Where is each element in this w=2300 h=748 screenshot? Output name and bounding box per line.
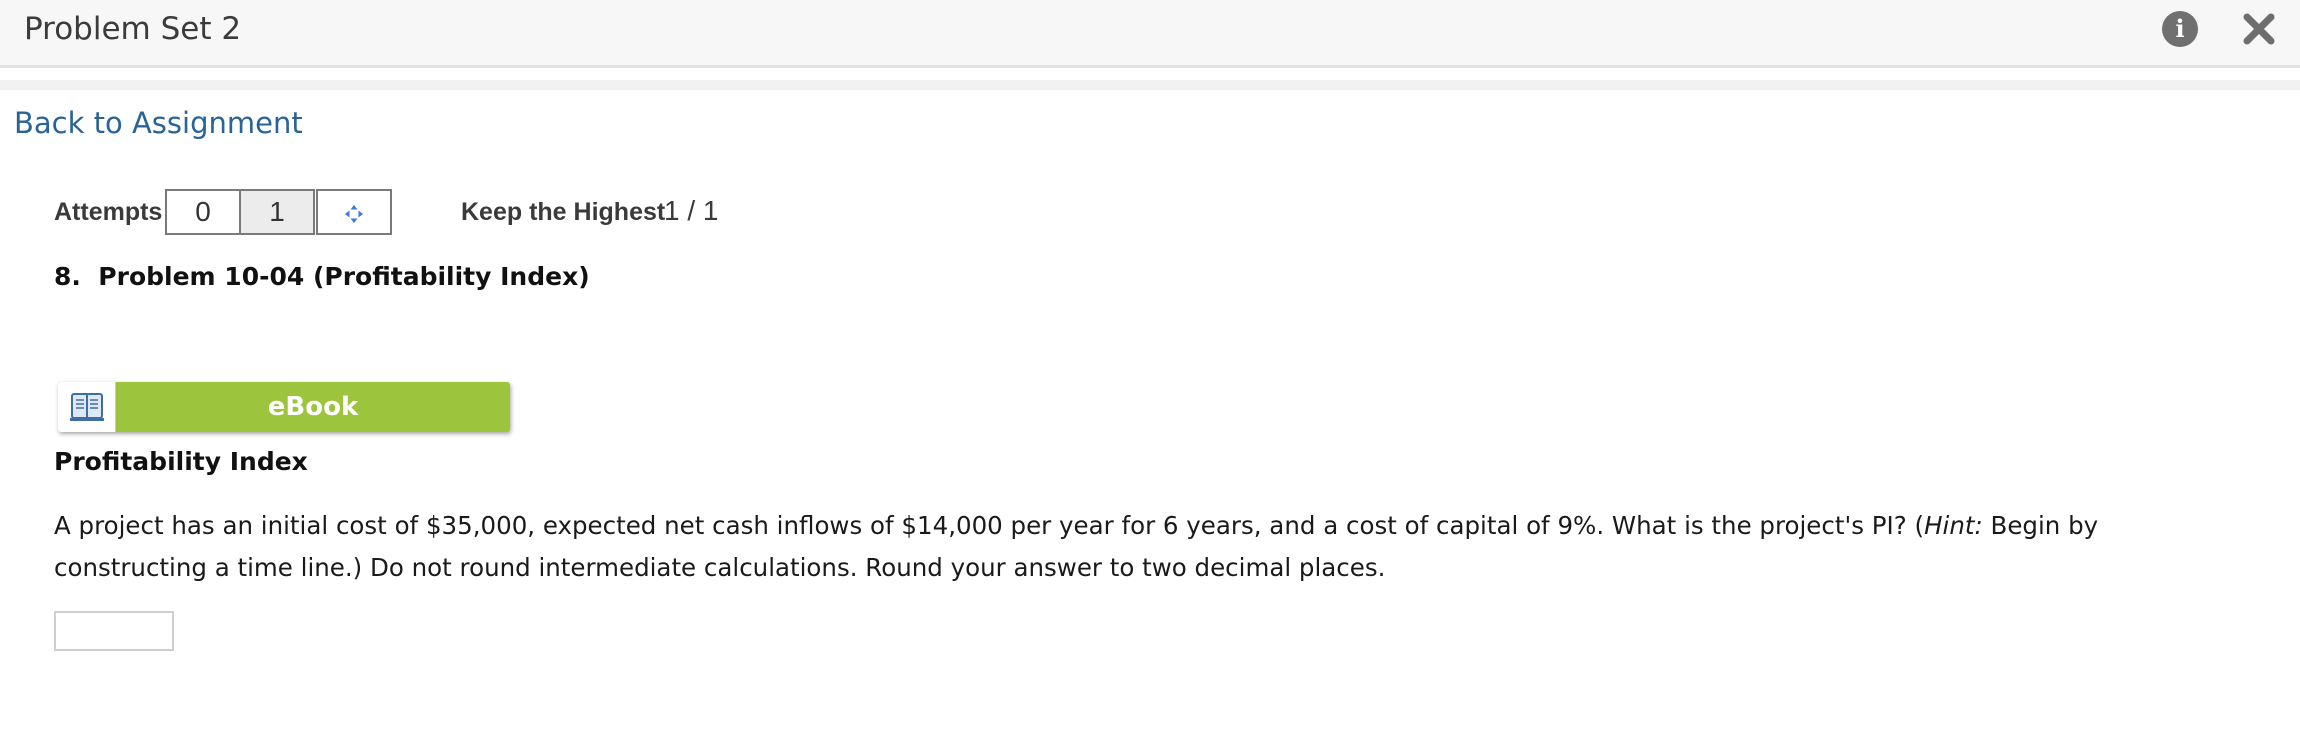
- ebook-label: eBook: [267, 392, 359, 422]
- question-text: A project has an initial cost of $35,000…: [54, 505, 2254, 589]
- section-heading: Profitability Index: [54, 447, 308, 476]
- keep-the-highest-label: Keep the Highest: [461, 198, 666, 226]
- hint-label: Hint:: [1924, 511, 1983, 540]
- sub-divider: [0, 80, 2300, 90]
- attempt-box-1: 1: [239, 189, 315, 235]
- info-icon[interactable]: i: [2162, 11, 2198, 47]
- answer-input[interactable]: [54, 611, 174, 651]
- ebook-button[interactable]: eBook: [58, 382, 510, 432]
- close-icon[interactable]: [2240, 10, 2278, 48]
- back-to-assignment-link[interactable]: Back to Assignment: [14, 106, 303, 140]
- book-icon: [58, 382, 116, 432]
- question-text-part1: A project has an initial cost of $35,000…: [54, 511, 1925, 540]
- move-arrows-icon: [345, 205, 363, 223]
- attempt-box-0: 0: [165, 189, 241, 235]
- attempts-more-button[interactable]: [316, 189, 392, 235]
- header-bar: Problem Set 2 i: [0, 0, 2300, 68]
- keep-the-highest-score: 1 / 1: [664, 195, 719, 226]
- page-title: Problem Set 2: [24, 11, 242, 47]
- problem-title: 8. Problem 10-04 (Profitability Index): [54, 262, 590, 291]
- attempts-label: Attempts: [54, 198, 163, 226]
